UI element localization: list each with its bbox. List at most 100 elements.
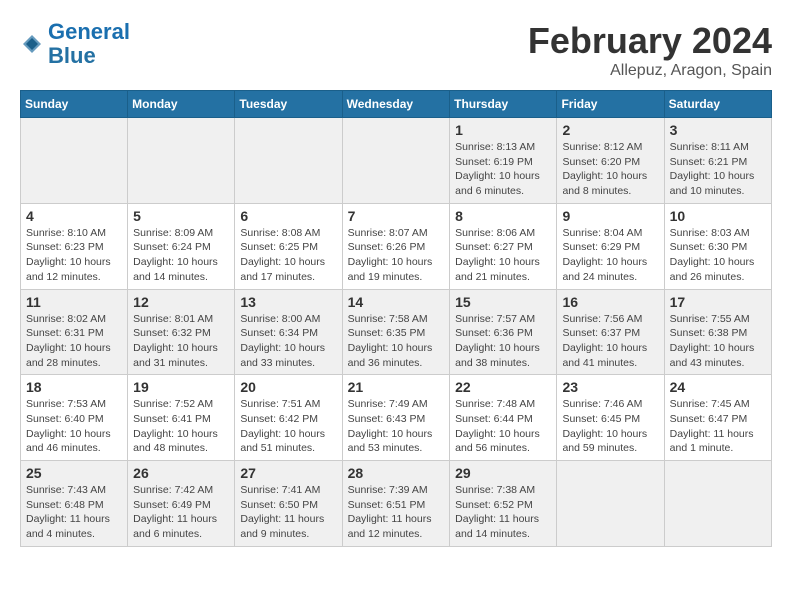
day-info: Sunrise: 8:01 AM Sunset: 6:32 PM Dayligh… [133, 312, 229, 371]
day-info: Sunrise: 8:10 AM Sunset: 6:23 PM Dayligh… [26, 226, 122, 285]
day-number: 8 [455, 208, 551, 224]
calendar-cell: 22Sunrise: 7:48 AM Sunset: 6:44 PM Dayli… [450, 375, 557, 461]
day-number: 24 [670, 379, 766, 395]
day-number: 1 [455, 122, 551, 138]
day-info: Sunrise: 8:07 AM Sunset: 6:26 PM Dayligh… [348, 226, 445, 285]
day-info: Sunrise: 7:39 AM Sunset: 6:51 PM Dayligh… [348, 483, 445, 542]
day-info: Sunrise: 7:38 AM Sunset: 6:52 PM Dayligh… [455, 483, 551, 542]
calendar-body: 1 Sunrise: 8:13 AM Sunset: 6:19 PM Daylig… [21, 118, 772, 547]
day-number: 12 [133, 294, 229, 310]
week-row-3: 11 Sunrise: 8:02 AM Sunset: 6:31 PM Dayli… [21, 289, 772, 375]
day-info: Sunrise: 8:00 AM Sunset: 6:34 PM Dayligh… [240, 312, 336, 371]
calendar-cell: 12 Sunrise: 8:01 AM Sunset: 6:32 PM Dayli… [128, 289, 235, 375]
day-info: Sunrise: 7:42 AM Sunset: 6:49 PM Dayligh… [133, 483, 229, 542]
day-number: 3 [670, 122, 766, 138]
calendar-cell [342, 118, 450, 204]
day-number: 23 [562, 379, 658, 395]
title-section: February 2024 Allepuz, Aragon, Spain [528, 20, 772, 80]
day-number: 5 [133, 208, 229, 224]
calendar-cell: 15 Sunrise: 7:57 AM Sunset: 6:36 PM Dayli… [450, 289, 557, 375]
day-number: 11 [26, 294, 122, 310]
day-info: Sunrise: 8:02 AM Sunset: 6:31 PM Dayligh… [26, 312, 122, 371]
calendar-cell: 18Sunrise: 7:53 AM Sunset: 6:40 PM Dayli… [21, 375, 128, 461]
day-info: Sunrise: 7:43 AM Sunset: 6:48 PM Dayligh… [26, 483, 122, 542]
calendar-cell: 14 Sunrise: 7:58 AM Sunset: 6:35 PM Dayli… [342, 289, 450, 375]
day-number: 28 [348, 465, 445, 481]
day-number: 17 [670, 294, 766, 310]
logo-blue: Blue [48, 43, 96, 68]
calendar-cell [128, 118, 235, 204]
calendar-cell: 7Sunrise: 8:07 AM Sunset: 6:26 PM Daylig… [342, 203, 450, 289]
week-row-2: 4 Sunrise: 8:10 AM Sunset: 6:23 PM Daylig… [21, 203, 772, 289]
calendar-cell [21, 118, 128, 204]
calendar-cell: 23 Sunrise: 7:46 AM Sunset: 6:45 PM Dayli… [557, 375, 664, 461]
week-row-1: 1 Sunrise: 8:13 AM Sunset: 6:19 PM Daylig… [21, 118, 772, 204]
day-number: 14 [348, 294, 445, 310]
day-number: 26 [133, 465, 229, 481]
calendar-cell: 20Sunrise: 7:51 AM Sunset: 6:42 PM Dayli… [235, 375, 342, 461]
day-number: 15 [455, 294, 551, 310]
day-header-saturday: Saturday [664, 91, 771, 118]
day-number: 6 [240, 208, 336, 224]
calendar-cell: 25 Sunrise: 7:43 AM Sunset: 6:48 PM Dayli… [21, 461, 128, 547]
day-header-wednesday: Wednesday [342, 91, 450, 118]
day-info: Sunrise: 8:08 AM Sunset: 6:25 PM Dayligh… [240, 226, 336, 285]
day-number: 25 [26, 465, 122, 481]
day-info: Sunrise: 7:46 AM Sunset: 6:45 PM Dayligh… [562, 397, 658, 456]
calendar-cell: 13 Sunrise: 8:00 AM Sunset: 6:34 PM Dayli… [235, 289, 342, 375]
calendar-cell: 19 Sunrise: 7:52 AM Sunset: 6:41 PM Dayli… [128, 375, 235, 461]
day-info: Sunrise: 8:13 AM Sunset: 6:19 PM Dayligh… [455, 140, 551, 199]
calendar-cell: 27 Sunrise: 7:41 AM Sunset: 6:50 PM Dayli… [235, 461, 342, 547]
day-number: 19 [133, 379, 229, 395]
calendar-header: SundayMondayTuesdayWednesdayThursdayFrid… [21, 91, 772, 118]
week-row-4: 18Sunrise: 7:53 AM Sunset: 6:40 PM Dayli… [21, 375, 772, 461]
day-number: 29 [455, 465, 551, 481]
logo-icon [20, 32, 44, 56]
day-info: Sunrise: 7:56 AM Sunset: 6:37 PM Dayligh… [562, 312, 658, 371]
day-info: Sunrise: 8:03 AM Sunset: 6:30 PM Dayligh… [670, 226, 766, 285]
day-header-monday: Monday [128, 91, 235, 118]
calendar-cell [664, 461, 771, 547]
calendar-cell: 17Sunrise: 7:55 AM Sunset: 6:38 PM Dayli… [664, 289, 771, 375]
day-header-friday: Friday [557, 91, 664, 118]
calendar-cell: 10Sunrise: 8:03 AM Sunset: 6:30 PM Dayli… [664, 203, 771, 289]
day-number: 16 [562, 294, 658, 310]
calendar-cell [557, 461, 664, 547]
day-number: 21 [348, 379, 445, 395]
day-header-tuesday: Tuesday [235, 91, 342, 118]
calendar-cell: 26 Sunrise: 7:42 AM Sunset: 6:49 PM Dayli… [128, 461, 235, 547]
day-number: 13 [240, 294, 336, 310]
calendar-cell: 28 Sunrise: 7:39 AM Sunset: 6:51 PM Dayli… [342, 461, 450, 547]
day-info: Sunrise: 8:04 AM Sunset: 6:29 PM Dayligh… [562, 226, 658, 285]
logo-general: General [48, 19, 130, 44]
day-number: 9 [562, 208, 658, 224]
calendar-cell: 21Sunrise: 7:49 AM Sunset: 6:43 PM Dayli… [342, 375, 450, 461]
page-header: General Blue February 2024 Allepuz, Arag… [20, 20, 772, 80]
day-info: Sunrise: 7:41 AM Sunset: 6:50 PM Dayligh… [240, 483, 336, 542]
day-info: Sunrise: 7:57 AM Sunset: 6:36 PM Dayligh… [455, 312, 551, 371]
day-info: Sunrise: 7:52 AM Sunset: 6:41 PM Dayligh… [133, 397, 229, 456]
day-info: Sunrise: 7:58 AM Sunset: 6:35 PM Dayligh… [348, 312, 445, 371]
day-info: Sunrise: 8:09 AM Sunset: 6:24 PM Dayligh… [133, 226, 229, 285]
month-title: February 2024 [528, 20, 772, 62]
day-info: Sunrise: 8:11 AM Sunset: 6:21 PM Dayligh… [670, 140, 766, 199]
day-number: 27 [240, 465, 336, 481]
location-title: Allepuz, Aragon, Spain [528, 62, 772, 80]
calendar-cell: 29 Sunrise: 7:38 AM Sunset: 6:52 PM Dayli… [450, 461, 557, 547]
calendar-cell: 9 Sunrise: 8:04 AM Sunset: 6:29 PM Daylig… [557, 203, 664, 289]
logo-text: General Blue [48, 20, 130, 68]
calendar-cell [235, 118, 342, 204]
calendar-cell: 2Sunrise: 8:12 AM Sunset: 6:20 PM Daylig… [557, 118, 664, 204]
day-info: Sunrise: 7:53 AM Sunset: 6:40 PM Dayligh… [26, 397, 122, 456]
day-number: 2 [562, 122, 658, 138]
calendar-cell: 8 Sunrise: 8:06 AM Sunset: 6:27 PM Daylig… [450, 203, 557, 289]
day-info: Sunrise: 8:06 AM Sunset: 6:27 PM Dayligh… [455, 226, 551, 285]
calendar-cell: 24 Sunrise: 7:45 AM Sunset: 6:47 PM Dayli… [664, 375, 771, 461]
day-info: Sunrise: 7:48 AM Sunset: 6:44 PM Dayligh… [455, 397, 551, 456]
day-number: 4 [26, 208, 122, 224]
logo: General Blue [20, 20, 130, 68]
header-row: SundayMondayTuesdayWednesdayThursdayFrid… [21, 91, 772, 118]
calendar-cell: 4 Sunrise: 8:10 AM Sunset: 6:23 PM Daylig… [21, 203, 128, 289]
day-header-sunday: Sunday [21, 91, 128, 118]
day-info: Sunrise: 7:45 AM Sunset: 6:47 PM Dayligh… [670, 397, 766, 456]
